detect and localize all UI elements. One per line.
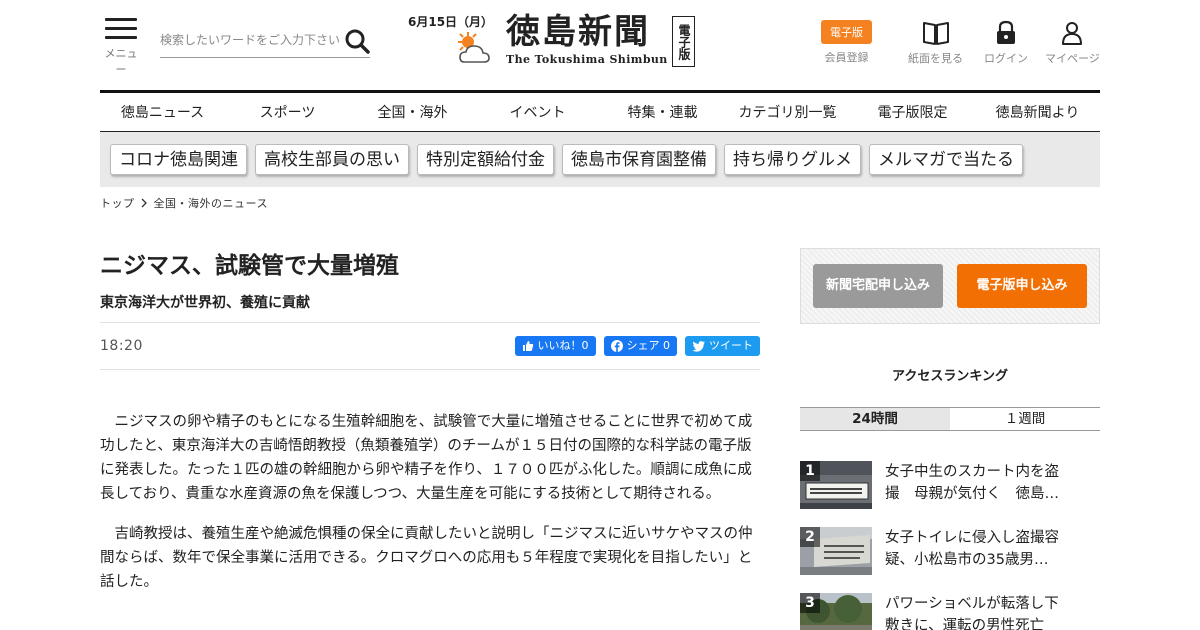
nav-item-features[interactable]: 特集・連載 xyxy=(600,93,725,131)
ranking-headline: パワーショベルが転落し下敷きに、運転の男性死亡 xyxy=(885,596,1059,630)
article: ニジマス、試験管で大量増殖 東京海洋大が世界初、養殖に貢献 18:20 いいね！… xyxy=(100,248,760,610)
view-paper-label: 紙面を見る xyxy=(908,52,963,65)
digital-subscribe-button[interactable]: 電子版申し込み xyxy=(957,264,1087,308)
sunny-then-cloudy-icon xyxy=(458,32,490,63)
ranking-thumbnail: 2 xyxy=(800,527,872,575)
login-button[interactable]: ログイン xyxy=(984,20,1028,66)
article-body: ニジマスの卵や精子のもとになる生殖幹細胞を、試験管で大量に増殖させることに世界で… xyxy=(100,410,760,594)
nav-item-from-paper[interactable]: 徳島新聞より xyxy=(975,93,1100,131)
user-icon xyxy=(1062,22,1083,45)
menu-icon xyxy=(100,18,142,39)
search-icon[interactable] xyxy=(344,28,370,54)
breadcrumb: トップ 全国・海外のニュース xyxy=(100,195,268,211)
ranking-item[interactable]: 3 パワーショベルが転落し下敷きに、運転の男性死亡 xyxy=(800,593,1100,630)
mypage-button[interactable]: マイページ xyxy=(1045,20,1100,66)
article-subhead: 東京海洋大が世界初、養殖に貢献 xyxy=(100,292,760,323)
thumbs-up-icon xyxy=(522,341,533,351)
member-register-label: 会員登録 xyxy=(824,51,869,64)
nav-item-categories[interactable]: カテゴリ別一覧 xyxy=(725,93,850,131)
article-paragraph: ニジマスの卵や精子のもとになる生殖幹細胞を、試験管で大量に増殖させることに世界で… xyxy=(100,414,753,502)
nav-item-tokushima-news[interactable]: 徳島ニュース xyxy=(100,93,225,131)
facebook-icon xyxy=(610,340,623,352)
share-count: シェア 0 xyxy=(626,339,671,352)
article-paragraph: 吉崎教授は、養殖生産や絶滅危惧種の保全に貢献したいと説明し「ニジマスに近いサケや… xyxy=(100,526,753,590)
topic-tags-bar: コロナ徳島関連 高校生部員の思い 特別定額給付金 徳島市保育園整備 持ち帰りグル… xyxy=(100,132,1100,187)
search-input[interactable] xyxy=(160,24,342,56)
tweet-button[interactable]: ツイート xyxy=(685,336,760,356)
topic-tag[interactable]: 特別定額給付金 xyxy=(417,144,554,175)
ranking-list: 1 女子中生のスカート内を盗撮 母親が気付く 徳島… 2 女子トイレに侵入し盗撮… xyxy=(800,461,1100,630)
view-paper-button[interactable]: 紙面を見る xyxy=(908,20,963,66)
chevron-right-icon xyxy=(141,198,147,208)
menu-label: メニュー xyxy=(104,47,138,76)
tweet-label: ツイート xyxy=(709,339,753,352)
ranking-item[interactable]: 2 女子トイレに侵入し盗撮容疑、小松島市の35歳男… xyxy=(800,527,1100,593)
ranking-tabs: 24時間 １週間 xyxy=(800,407,1100,431)
social-buttons: いいね！0 シェア 0 ツイート xyxy=(514,336,760,356)
subscription-box: 新聞宅配申し込み 電子版申し込み xyxy=(800,248,1100,324)
open-book-icon xyxy=(922,22,949,45)
logo-title: 徳島新聞 xyxy=(506,12,650,52)
article-time: 18:20 xyxy=(100,338,143,354)
facebook-like-button[interactable]: いいね！0 xyxy=(514,336,596,356)
topic-tag[interactable]: コロナ徳島関連 xyxy=(110,144,247,175)
topic-tag[interactable]: 高校生部員の思い xyxy=(255,144,409,175)
rank-number: 1 xyxy=(800,461,820,481)
today-date: 6月15日（月） xyxy=(408,15,494,29)
nav-item-national-world[interactable]: 全国・海外 xyxy=(350,93,475,131)
breadcrumb-category[interactable]: 全国・海外のニュース xyxy=(154,195,268,211)
article-meta: 18:20 いいね！0 シェア 0 ツイート xyxy=(100,323,760,370)
tab-24-hours[interactable]: 24時間 xyxy=(800,408,950,430)
member-register-button[interactable]: 電子版 会員登録 xyxy=(821,20,872,65)
newspaper-delivery-button[interactable]: 新聞宅配申し込み xyxy=(813,264,943,308)
logo-edition-tag: 電子版 xyxy=(672,16,695,67)
ranking-item[interactable]: 1 女子中生のスカート内を盗撮 母親が気付く 徳島… xyxy=(800,461,1100,527)
facebook-share-button[interactable]: シェア 0 xyxy=(603,336,677,356)
nav-item-digital-only[interactable]: 電子版限定 xyxy=(850,93,975,131)
menu-button[interactable]: メニュー xyxy=(100,18,142,77)
ranking-thumbnail: 3 xyxy=(800,593,872,630)
ranking-title: アクセスランキング xyxy=(892,369,1008,384)
mypage-label: マイページ xyxy=(1045,52,1100,65)
lock-icon xyxy=(997,20,1015,44)
like-count: いいね！0 xyxy=(537,339,589,352)
edition-badge: 電子版 xyxy=(821,20,872,44)
article-headline: ニジマス、試験管で大量増殖 xyxy=(100,253,399,279)
topic-tag[interactable]: メルマガで当たる xyxy=(869,144,1023,175)
login-label: ログイン xyxy=(984,52,1028,65)
tab-1-week[interactable]: １週間 xyxy=(950,408,1100,430)
topic-tag[interactable]: 持ち帰りグルメ xyxy=(724,144,861,175)
rank-number: 2 xyxy=(800,527,820,547)
ranking-headline: 女子中生のスカート内を盗撮 母親が気付く 徳島… xyxy=(885,464,1059,502)
logo-subtitle: The Tokushima Shimbun xyxy=(506,53,668,66)
site-logo[interactable]: 徳島新聞 The Tokushima Shimbun xyxy=(506,12,668,66)
ranking-headline: 女子トイレに侵入し盗撮容疑、小松島市の35歳男… xyxy=(885,530,1059,568)
breadcrumb-top[interactable]: トップ xyxy=(100,195,135,211)
nav-item-events[interactable]: イベント xyxy=(475,93,600,131)
topic-tag[interactable]: 徳島市保育園整備 xyxy=(562,144,716,175)
global-nav: 徳島ニュース スポーツ 全国・海外 イベント 特集・連載 カテゴリ別一覧 電子版… xyxy=(100,90,1100,132)
nav-item-sports[interactable]: スポーツ xyxy=(225,93,350,131)
ranking-thumbnail: 1 xyxy=(800,461,872,509)
twitter-bird-icon xyxy=(692,340,705,352)
search-box xyxy=(160,24,370,58)
rank-number: 3 xyxy=(800,593,820,613)
